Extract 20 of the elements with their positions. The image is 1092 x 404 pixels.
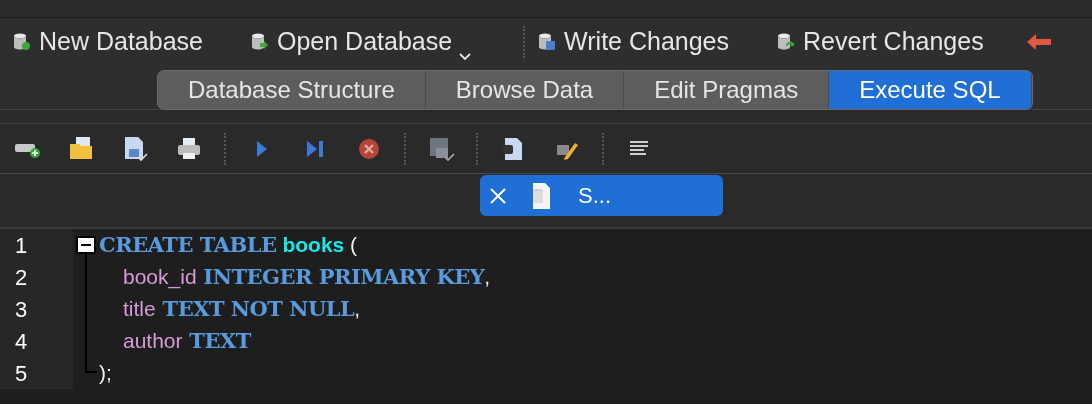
code-line: book_id INTEGER PRIMARY KEY, xyxy=(122,263,491,292)
line-number: 2 xyxy=(15,263,28,292)
line-number: 1 xyxy=(15,231,28,260)
code-line: title TEXT NOT NULL, xyxy=(122,295,361,324)
fold-marker[interactable] xyxy=(76,236,96,254)
toolbar-button[interactable]: Write Changes xyxy=(533,22,732,62)
toolbar-button[interactable]: New Database xyxy=(8,22,206,62)
editor-tab[interactable]: S... xyxy=(480,175,723,216)
line-number: 3 xyxy=(15,295,28,324)
chevron-down-icon xyxy=(458,51,473,61)
close-icon[interactable] xyxy=(488,185,508,206)
line-number: 4 xyxy=(15,327,28,356)
code-line: CREATE TABLE books ( xyxy=(99,231,358,260)
code-line: ); xyxy=(99,360,112,387)
toolbar-button[interactable]: Revert Changes xyxy=(772,22,987,62)
database-icon xyxy=(11,31,33,53)
toolbar-button[interactable]: Open Database xyxy=(246,22,476,62)
tab[interactable]: Execute SQL xyxy=(829,71,1032,109)
line-number: 5 xyxy=(15,359,28,388)
code-line: author TEXT xyxy=(122,327,251,356)
